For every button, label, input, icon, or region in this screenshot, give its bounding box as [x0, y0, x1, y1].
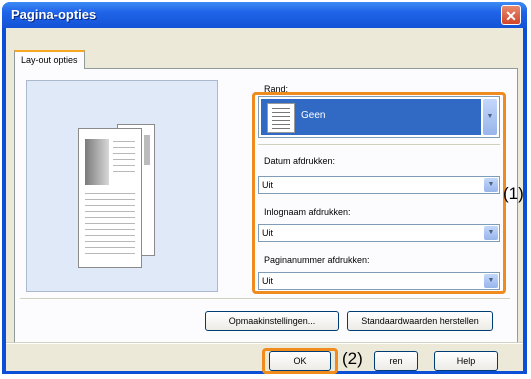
preview-text-line — [85, 217, 135, 218]
ok-button[interactable]: OK — [269, 351, 331, 371]
preview-text-line — [85, 241, 135, 242]
preview-text-line — [85, 235, 135, 236]
title-bar[interactable]: Pagina-opties ✕ — [2, 2, 527, 28]
window-title: Pagina-opties — [11, 7, 97, 22]
preview-text-line — [85, 211, 135, 212]
divider — [20, 298, 510, 300]
preview-text-line — [113, 165, 135, 166]
tab-layout-options[interactable]: Lay-out opties — [14, 50, 85, 69]
divider — [6, 342, 523, 344]
format-settings-button[interactable]: Opmaakinstellingen... — [205, 311, 339, 331]
preview-text-line — [113, 141, 135, 142]
preview-page-front — [78, 128, 142, 268]
preview-text-line — [85, 223, 135, 224]
preview-text-line — [85, 193, 135, 194]
preview-text-line — [113, 147, 135, 148]
preview-image-block — [85, 139, 109, 185]
highlight-box-1 — [252, 92, 506, 294]
cancel-button[interactable]: ren — [374, 351, 418, 371]
dialog-window: Pagina-opties ✕ Lay-out opties Rand: Gee… — [2, 2, 527, 374]
preview-text-line — [85, 253, 135, 254]
callout-1: (1) — [503, 184, 524, 203]
preview-text-line — [113, 171, 135, 172]
preview-bar — [144, 135, 150, 165]
callout-2: (2) — [342, 349, 363, 368]
restore-defaults-button[interactable]: Standaardwaarden herstellen — [347, 311, 493, 331]
preview-text-line — [85, 199, 135, 200]
close-icon[interactable]: ✕ — [501, 5, 521, 25]
preview-text-line — [113, 159, 135, 160]
help-button[interactable]: Help — [434, 351, 498, 371]
preview-text-line — [85, 229, 135, 230]
preview-text-line — [85, 205, 135, 206]
preview-text-line — [113, 153, 135, 154]
dialog-body: Lay-out opties Rand: Geen ▼ Datum afdruk… — [6, 28, 524, 374]
preview-text-line — [85, 247, 135, 248]
